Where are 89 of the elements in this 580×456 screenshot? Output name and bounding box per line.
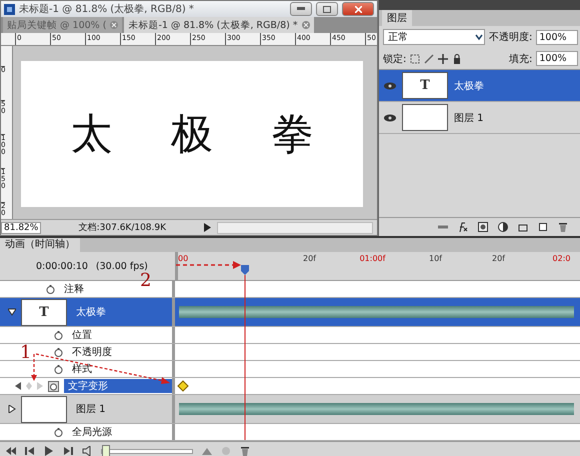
time-label: 00	[178, 254, 188, 263]
time-label: 01:00f	[360, 254, 386, 263]
maximize-button[interactable]	[316, 2, 338, 16]
property-track[interactable]: 文字变形	[0, 378, 580, 395]
layer-thumbnail: T	[402, 72, 448, 99]
previous-keyframe-icon[interactable]	[15, 382, 21, 390]
time-label: 02:0	[552, 254, 570, 263]
slider-thumb[interactable]	[102, 444, 110, 456]
minimize-icon[interactable]	[297, 7, 305, 11]
layers-tab[interactable]: 图层	[382, 10, 412, 26]
eye-icon[interactable]	[384, 82, 396, 90]
close-button[interactable]	[342, 2, 374, 16]
new-layer-icon[interactable]	[538, 222, 548, 232]
layer-thumbnail	[21, 396, 67, 422]
stopwatch-icon[interactable]	[54, 428, 63, 436]
current-time: 0:00:00:10	[36, 260, 88, 272]
stopwatch-icon[interactable]	[46, 284, 55, 294]
layer-track[interactable]: 图层 1	[0, 395, 580, 424]
play-icon[interactable]	[203, 223, 212, 232]
property-track[interactable]: 位置	[0, 327, 580, 344]
chevron-down-icon[interactable]	[474, 32, 484, 42]
lock-label: 锁定:	[383, 52, 406, 66]
audio-icon[interactable]	[82, 446, 92, 456]
layer-name: 太极拳	[454, 80, 484, 92]
fx-icon[interactable]	[458, 222, 468, 232]
track-name: 注释	[63, 282, 85, 296]
stopwatch-icon[interactable]	[48, 380, 59, 392]
layer-row[interactable]: T 太极拳	[379, 70, 580, 102]
previous-frame-icon[interactable]	[25, 446, 35, 456]
horizontal-scrollbar[interactable]	[217, 222, 373, 234]
track-name: 全局光源	[71, 426, 113, 439]
track-name: 文字变形	[64, 379, 172, 393]
brush-icon[interactable]	[424, 54, 434, 64]
time-label: 10f	[429, 254, 442, 263]
close-icon[interactable]	[302, 21, 310, 29]
eye-icon[interactable]	[384, 114, 396, 122]
stopwatch-icon[interactable]	[54, 348, 63, 356]
stopwatch-icon[interactable]	[54, 364, 63, 374]
layer-track[interactable]: T 太极拳	[0, 298, 580, 327]
time-label: 20f	[492, 254, 505, 263]
property-track[interactable]: 样式	[0, 361, 580, 378]
minimize-button[interactable]	[290, 2, 312, 16]
stopwatch-icon[interactable]	[54, 330, 63, 340]
fill-label: 填充:	[509, 52, 532, 66]
window-title: 未标题-1 @ 81.8% (太极拳, RGB/8) *	[19, 2, 195, 16]
keyframe-toggle-icon[interactable]	[26, 382, 32, 390]
opacity-label: 不透明度:	[489, 30, 532, 44]
layer-name: 图层 1	[454, 112, 484, 124]
blend-mode-select[interactable]: 正常	[383, 29, 485, 45]
document-info: 文档:307.6K/108.9K	[78, 222, 168, 234]
frame-rate: (30.00 fps)	[96, 260, 148, 272]
track-name: 样式	[71, 362, 93, 376]
canvas-character: 太	[70, 108, 112, 160]
document-tab[interactable]: 未标题-1 @ 81.8% (太极拳, RGB/8) *	[124, 17, 314, 33]
layer-thumbnail: T	[21, 298, 67, 326]
trash-icon[interactable]	[558, 222, 568, 232]
fill-field[interactable]: 100%	[536, 51, 578, 66]
property-track[interactable]: 全局光源	[0, 424, 580, 441]
annotation-arrow	[176, 261, 241, 269]
maximize-icon[interactable]	[323, 6, 331, 12]
adjustment-icon[interactable]	[498, 222, 508, 232]
collapsed-triangle-icon[interactable]	[8, 405, 16, 413]
close-icon[interactable]	[110, 21, 118, 29]
canvas-character: 拳	[272, 108, 314, 160]
timeline-tab[interactable]: 动画（时间轴）	[0, 238, 80, 252]
mask-icon[interactable]	[478, 222, 488, 232]
layer-thumbnail	[402, 104, 448, 131]
app-icon	[4, 4, 15, 14]
time-label: 20f	[303, 254, 316, 263]
expanded-triangle-icon[interactable]	[8, 308, 16, 316]
playhead[interactable]	[241, 265, 249, 440]
first-frame-icon[interactable]	[6, 446, 16, 456]
trash-icon[interactable]	[240, 446, 250, 456]
annotation-number: 1	[20, 342, 32, 363]
track-name: 太极拳	[75, 306, 107, 319]
folder-icon[interactable]	[518, 222, 528, 232]
next-frame-icon[interactable]	[63, 446, 73, 456]
lock-transparency-icon[interactable]	[410, 54, 420, 64]
track-name: 图层 1	[75, 403, 107, 416]
lock-icon[interactable]	[452, 54, 462, 64]
zoom-field[interactable]: 81.82%	[1, 222, 42, 234]
opacity-field[interactable]: 100%	[536, 30, 578, 44]
track-name: 位置	[71, 328, 93, 342]
play-icon[interactable]	[44, 446, 54, 456]
move-icon[interactable]	[438, 54, 448, 64]
keyframe-marker[interactable]	[177, 380, 189, 392]
canvas-character: 极	[170, 108, 213, 160]
layer-row[interactable]: 图层 1	[379, 102, 580, 134]
track-name: 不透明度	[71, 346, 113, 359]
